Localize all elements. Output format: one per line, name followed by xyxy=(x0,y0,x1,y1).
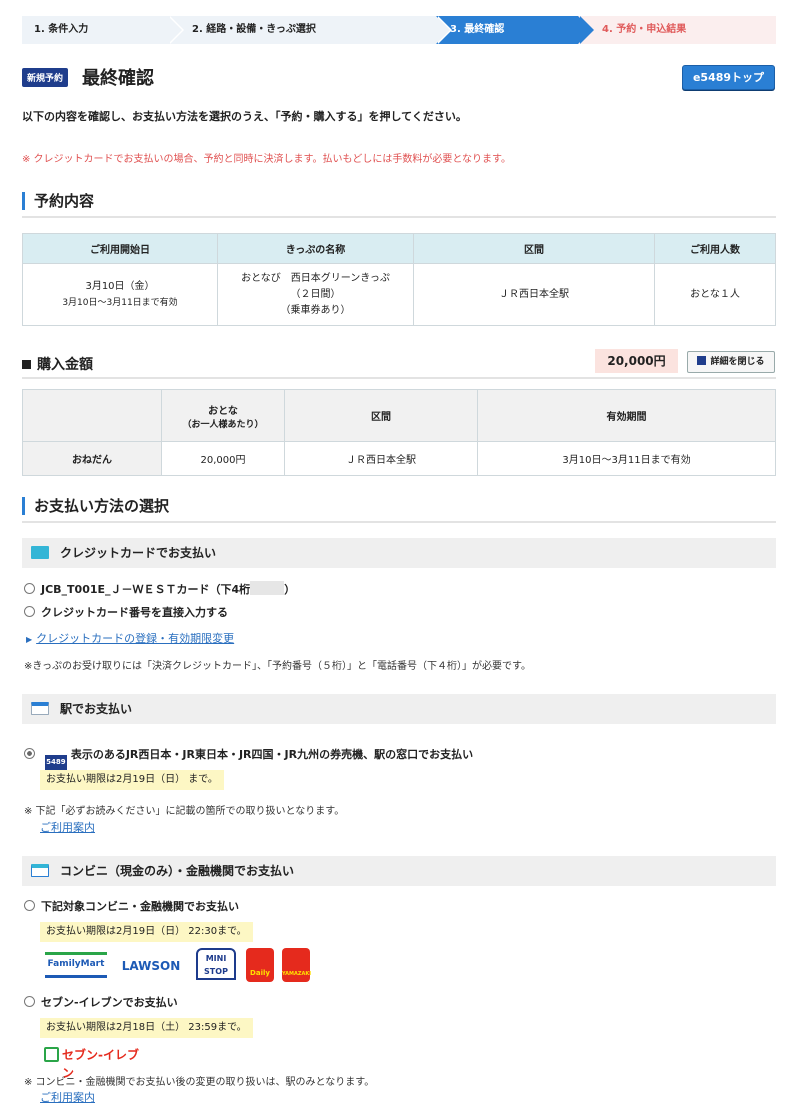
station-payment-header: 駅でお支払い xyxy=(22,694,776,724)
start-date: 3月10日（金） xyxy=(85,280,155,292)
station-option-label: 表示のあるJR西日本・JR東日本・JR四国・JR九州の券売機、駅の窓口でお支払い xyxy=(70,748,474,761)
radio-station[interactable] xyxy=(24,748,35,759)
price-row-label: おねだん xyxy=(22,441,162,476)
step-1-label: 1. 条件入力 xyxy=(34,24,89,35)
step-1: 1. 条件入力 xyxy=(22,16,184,44)
convenience-note: ※ コンビニ・金融機関でお支払い後の変更の取り扱いは、駅のみとなります。 xyxy=(24,1077,375,1088)
card-registration-link[interactable]: ▶ クレジットカードの登録・有効期限変更 xyxy=(26,630,234,646)
store-icon xyxy=(31,864,49,877)
ticket-note: （乗車券あり） xyxy=(280,304,351,316)
ticket-name-cell: おとなび 西日本グリーンきっぷ （２日間） （乗車券あり） xyxy=(217,263,414,326)
credit-warning: ※ クレジットカードでお支払いの場合、予約と同時に決済します。払いもどしには手数… xyxy=(22,154,512,165)
section-cell: ＪＲ西日本全駅 xyxy=(413,263,655,326)
convenience-head-text: コンビニ（現金のみ）・金融機関でお支払い xyxy=(60,864,295,878)
saved-card-suffix: ） xyxy=(284,583,296,596)
adult-label: おとな xyxy=(208,405,238,417)
credit-note: ※きっぷのお受け取りには「決済クレジットカード」、「予約番号（５桁）」と「電話番… xyxy=(24,661,531,672)
valid-period: 3月10日～3月11日まで有効 xyxy=(62,297,178,308)
ministop-logo: MINI STOP xyxy=(196,948,236,980)
credit-card-icon xyxy=(31,546,49,559)
adult-price: 20,000円 xyxy=(161,441,285,476)
step-3-current: 3. 最終確認 xyxy=(436,16,594,44)
convenience-payment-header: コンビニ（現金のみ）・金融機関でお支払い xyxy=(22,856,776,886)
reservation-table: ご利用開始日 きっぷの名称 区間 ご利用人数 3月10日（金） 3月10日～3月… xyxy=(22,233,776,326)
credit-option-saved[interactable]: JCB_T001E_Ｊ－ＷＥＳＴカード（下4桁 ） xyxy=(24,581,295,597)
seven-eleven-mark xyxy=(44,1047,59,1062)
lawson-logo: LAWSON xyxy=(121,959,181,973)
familymart-logo: FamilyMart xyxy=(45,952,107,978)
station-icon xyxy=(31,702,49,715)
table-row: 3月10日（金） 3月10日～3月11日まで有効 おとなび 西日本グリーンきっぷ… xyxy=(22,263,776,326)
daily-yamazaki-logo: Daily xyxy=(246,948,274,982)
convenience-guide-link[interactable]: ご利用案内 xyxy=(40,1089,95,1105)
divider xyxy=(22,377,776,379)
seven-eleven-option[interactable]: セブン-イレブンでお支払い xyxy=(24,994,178,1010)
triangle-right-icon: ▶ xyxy=(26,635,33,644)
col-section: 区間 xyxy=(413,233,655,264)
convenience-deadline: お支払い期限は2月19日（日） 22:30まで。 xyxy=(40,922,253,942)
credit-option-direct[interactable]: クレジットカード番号を直接入力する xyxy=(24,604,228,620)
radio-direct-card[interactable] xyxy=(24,606,35,617)
start-date-cell: 3月10日（金） 3月10日～3月11日まで有効 xyxy=(22,263,218,326)
price-corner xyxy=(22,389,162,442)
divider xyxy=(22,521,776,523)
saved-card-label: JCB_T001E_Ｊ－ＷＥＳＴカード（下4桁 xyxy=(41,583,251,596)
step-4-label: 4. 予約・申込結果 xyxy=(602,24,687,35)
seven-eleven-deadline: お支払い期限は2月18日（土） 23:59まで。 xyxy=(40,1018,253,1038)
new-reservation-badge: 新規予約 xyxy=(22,68,69,87)
station-deadline: お支払い期限は2月19日（日） まで。 xyxy=(40,770,224,790)
col-start-date: ご利用開始日 xyxy=(22,233,218,264)
radio-saved-card[interactable] xyxy=(24,583,35,594)
station-note: ※ 下記「必ずお読みください」に記載の箇所での取り扱いとなります。 xyxy=(24,806,345,817)
payment-section-title: お支払い方法の選択 xyxy=(22,497,169,515)
step-4: 4. 予約・申込結果 xyxy=(578,16,776,44)
col-ticket-name: きっぷの名称 xyxy=(217,233,414,264)
station-head-text: 駅でお支払い xyxy=(60,702,133,716)
col-people: ご利用人数 xyxy=(654,233,776,264)
purchase-amount-title: 購入金額 xyxy=(22,354,93,374)
progress-steps: 1. 条件入力 2. 経路・設備・きっぷ選択 3. 最終確認 4. 予約・申込結… xyxy=(22,16,776,44)
price-table: おとな （お一人様あたり） 区間 有効期間 おねだん 20,000円 ＪＲ西日本… xyxy=(22,389,776,476)
masked-digits xyxy=(250,581,285,595)
instruction-text: 以下の内容を確認し、お支払い方法を選択のうえ、「予約・購入する」を押してください… xyxy=(22,110,467,123)
ticket-name: おとなび 西日本グリーンきっぷ xyxy=(241,272,390,284)
step-2-label: 2. 経路・設備・きっぷ選択 xyxy=(192,24,316,35)
total-price: 20,000円 xyxy=(595,349,678,373)
col-validity: 有効期間 xyxy=(477,389,776,442)
divider xyxy=(22,216,776,218)
card-registration-label: クレジットカードの登録・有効期限変更 xyxy=(36,632,235,645)
convenience-option-label: 下記対象コンビニ・金融機関でお支払い xyxy=(41,900,239,913)
credit-payment-header: クレジットカードでお支払い xyxy=(22,538,776,568)
people-cell: おとな１人 xyxy=(654,263,776,326)
close-details-label: 詳細を閉じる xyxy=(710,357,765,367)
station-guide-link[interactable]: ご利用案内 xyxy=(40,819,95,835)
yamazaki-logo: YAMAZAKI xyxy=(282,948,311,982)
minus-box-icon xyxy=(697,356,707,365)
seven-eleven-logo: セブン-イレブン xyxy=(44,1046,148,1080)
credit-head-text: クレジットカードでお支払い xyxy=(60,546,217,560)
convenience-option[interactable]: 下記対象コンビニ・金融機関でお支払い xyxy=(24,898,239,914)
price-section: ＪＲ西日本全駅 xyxy=(284,441,478,476)
radio-seven-eleven[interactable] xyxy=(24,996,35,1007)
purchase-title-text: 購入金額 xyxy=(37,357,93,373)
price-validity: 3月10日～3月11日まで有効 xyxy=(477,441,776,476)
col-price-section: 区間 xyxy=(284,389,478,442)
step-3-label: 3. 最終確認 xyxy=(450,24,505,35)
reservation-section-title: 予約内容 xyxy=(22,192,94,210)
direct-card-label: クレジットカード番号を直接入力する xyxy=(41,606,228,619)
ticket-duration: （２日間） xyxy=(290,288,341,300)
step-2: 2. 経路・設備・きっぷ選択 xyxy=(168,16,452,44)
close-details-button[interactable]: 詳細を閉じる xyxy=(687,351,775,373)
e5489-top-button[interactable]: e5489トップ xyxy=(682,65,775,90)
seven-eleven-label: セブン-イレブンでお支払い xyxy=(41,996,178,1009)
per-person-label: （お一人様あたり） xyxy=(182,419,264,430)
col-adult: おとな （お一人様あたり） xyxy=(161,389,285,442)
radio-convenience[interactable] xyxy=(24,900,35,911)
table-row: おねだん 20,000円 ＪＲ西日本全駅 3月10日～3月11日まで有効 xyxy=(22,441,776,476)
page-title: 最終確認 xyxy=(82,68,154,89)
